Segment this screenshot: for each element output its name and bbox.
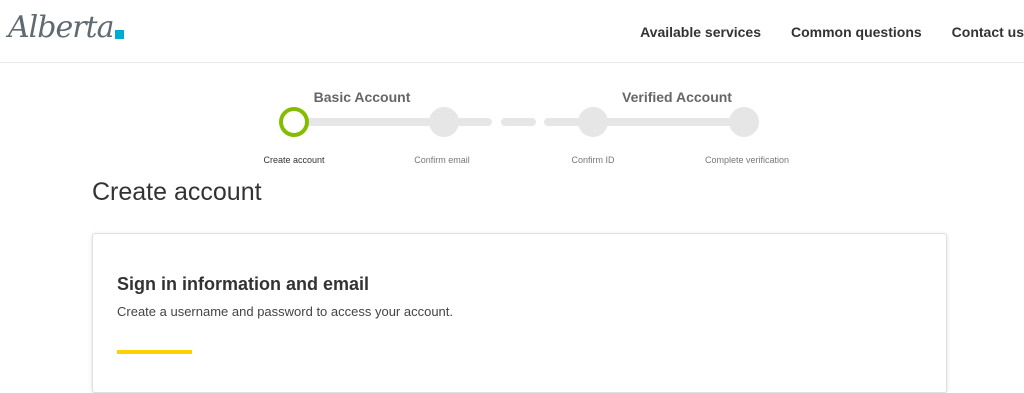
alberta-logo[interactable]: Alberta	[8, 8, 128, 48]
group-title-verified: Verified Account	[622, 89, 732, 105]
main-nav: Available services Common questions Cont…	[640, 0, 1024, 63]
track-segment-basic	[294, 118, 492, 126]
nav-common-questions[interactable]: Common questions	[791, 24, 922, 40]
track-segment-verified	[544, 118, 744, 126]
step-label-complete-verification: Complete verification	[704, 155, 790, 165]
group-title-basic: Basic Account	[313, 89, 411, 105]
nav-contact-us[interactable]: Contact us	[952, 24, 1024, 40]
logo-square-icon	[114, 30, 124, 39]
card-description: Create a username and password to access…	[117, 304, 454, 319]
step-label-create-account: Create account	[263, 155, 325, 165]
card-title: Sign in information and email	[117, 274, 370, 294]
step-indicator-complete-verification	[729, 107, 759, 137]
card-accent-underline	[117, 350, 192, 354]
step-label-confirm-email: Confirm email	[414, 155, 470, 165]
site-header: Alberta Available services Common questi…	[0, 0, 1024, 63]
step-indicator-confirm-id	[578, 107, 608, 137]
step-indicator-create-account	[279, 107, 309, 137]
progress-stepper: Basic Account Verified Account Create ac…	[0, 63, 1024, 173]
sign-in-info-card: Sign in information and email Create a u…	[92, 233, 947, 393]
logo-text: Alberta	[8, 10, 114, 45]
track-segment-gap	[501, 118, 536, 126]
step-label-confirm-id: Confirm ID	[571, 155, 615, 165]
nav-available-services[interactable]: Available services	[640, 24, 761, 40]
step-indicator-confirm-email	[429, 107, 459, 137]
page-title: Create account	[92, 178, 262, 206]
